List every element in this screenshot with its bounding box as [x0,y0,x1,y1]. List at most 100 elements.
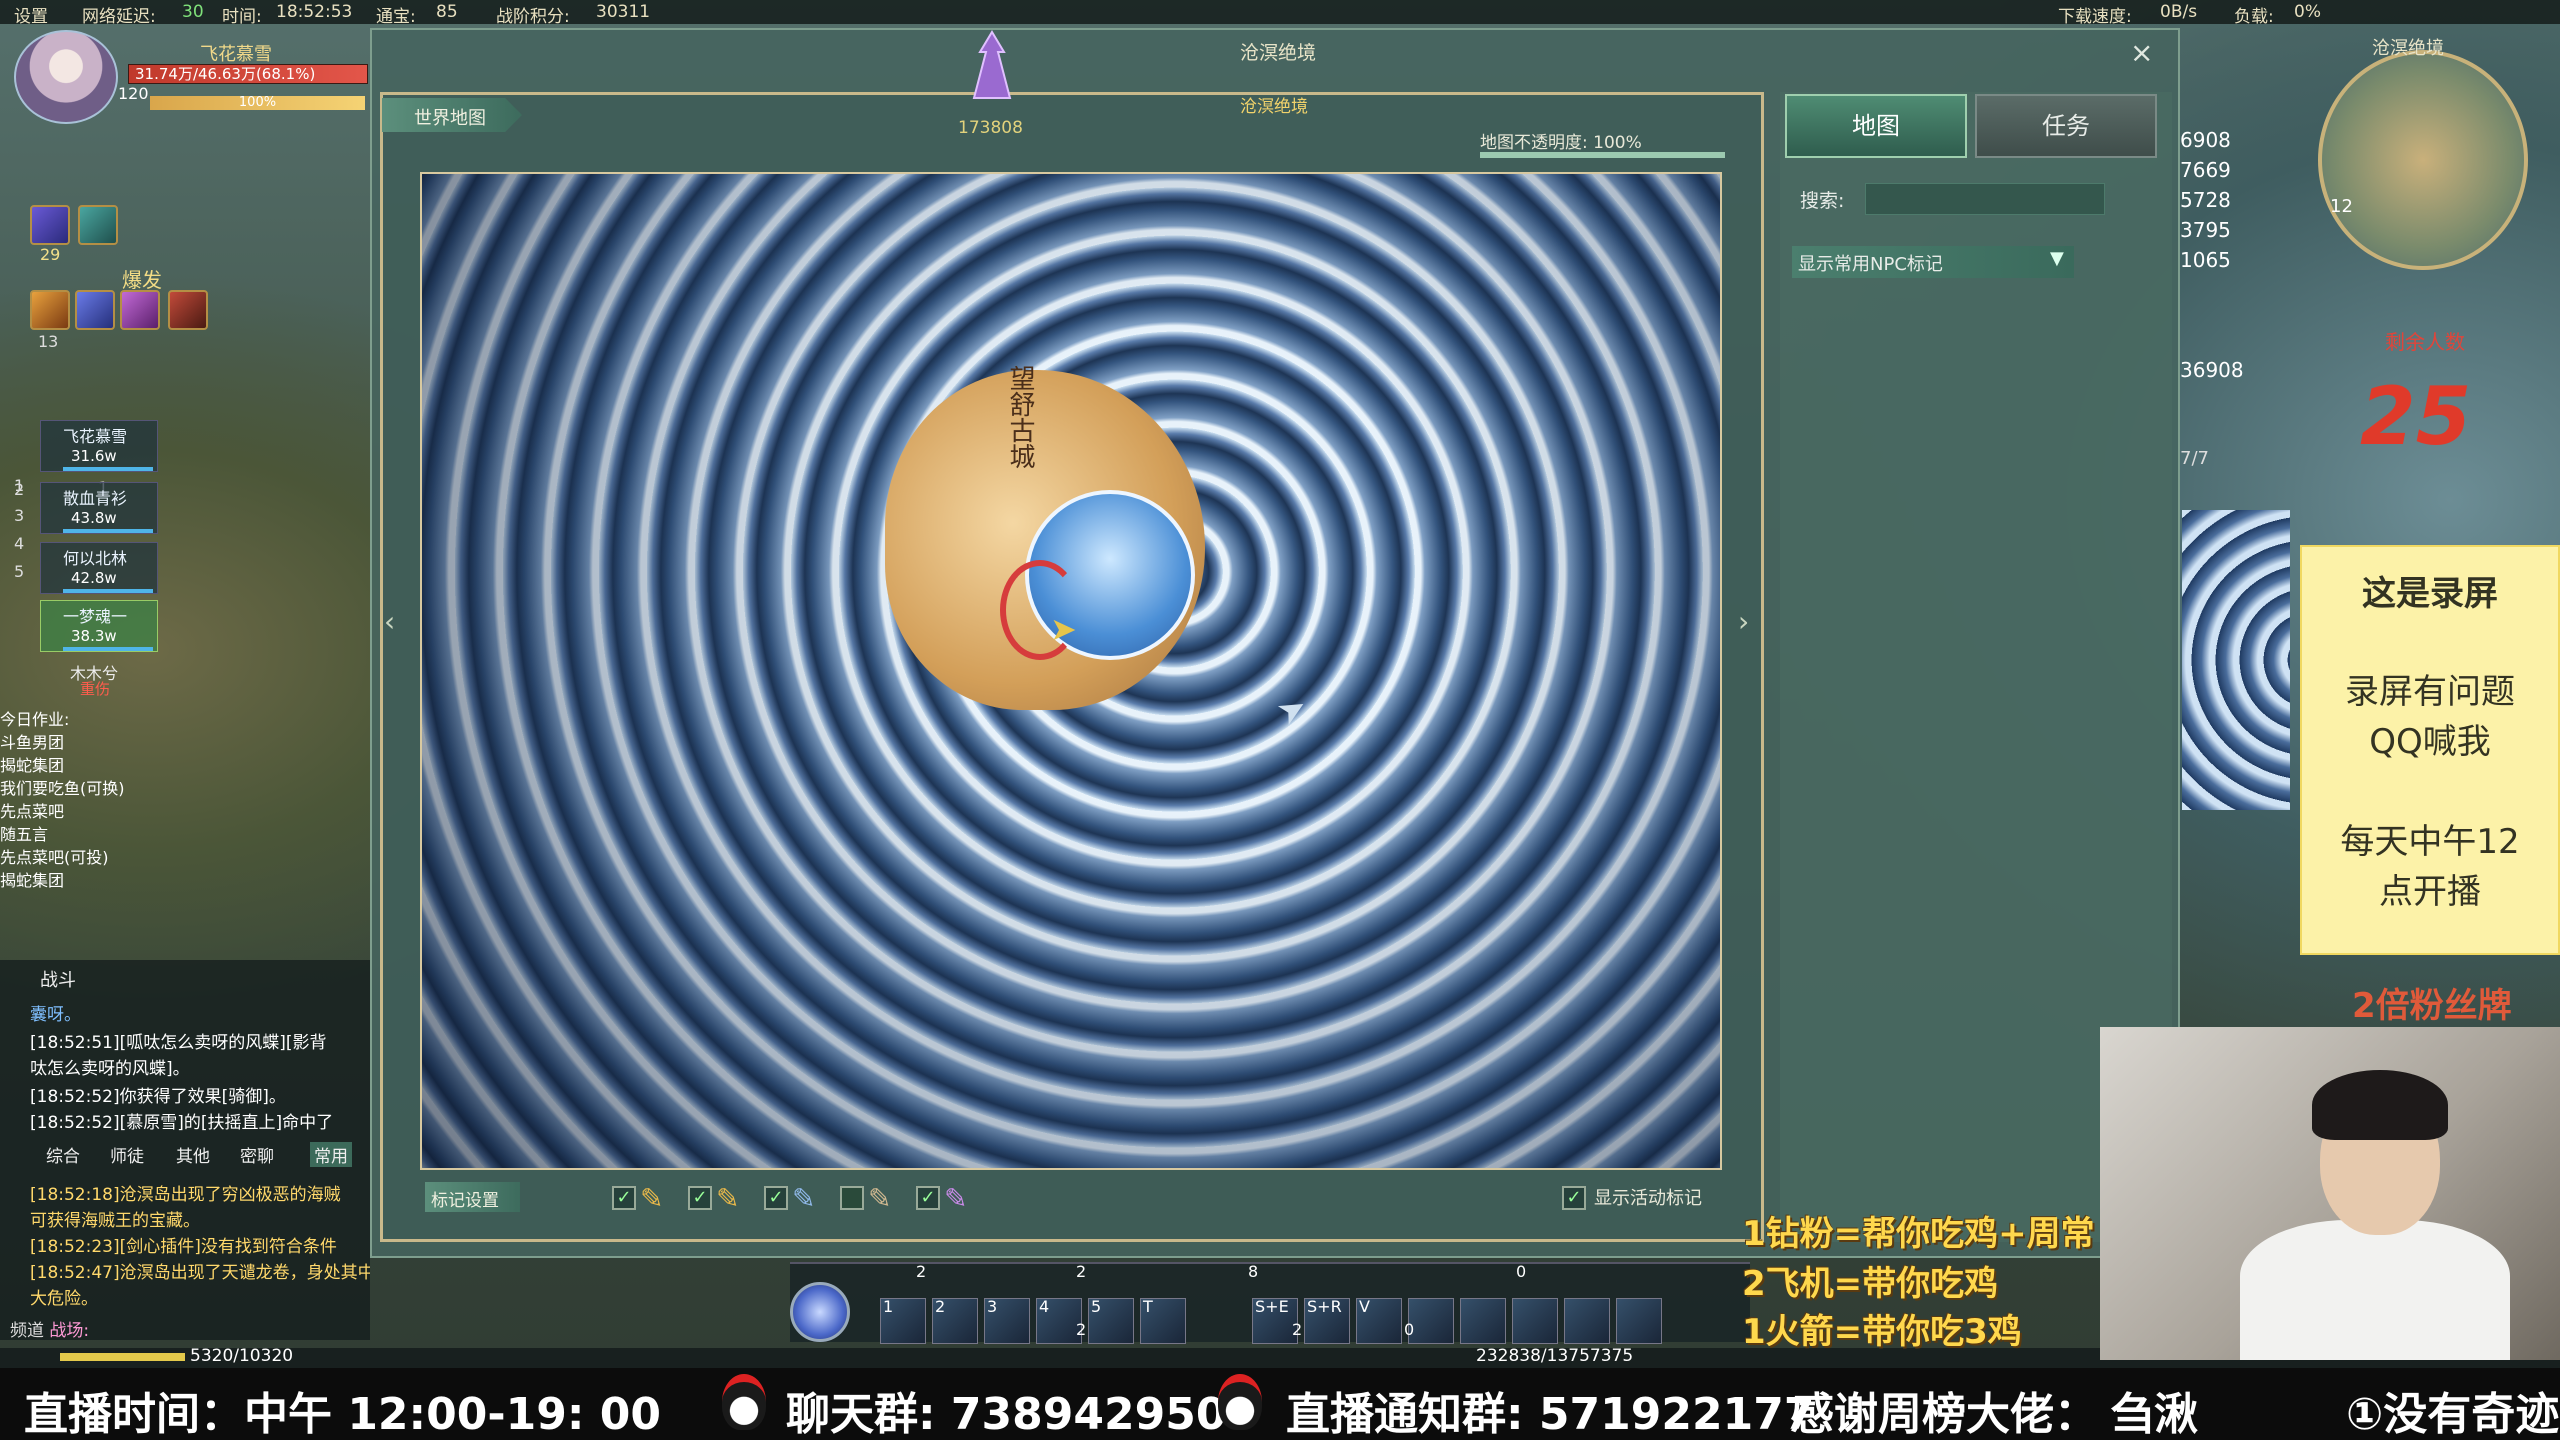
quest-item[interactable]: 斗鱼男团 [0,731,220,754]
webcam-hair [2312,1070,2448,1140]
tab-task[interactable]: 任务 [1975,94,2157,158]
team-slot-numbers: 1 1 2 3 4 5 [14,476,108,581]
exp-text: 5320/10320 [190,1346,294,1366]
quest-item[interactable]: 我们要吃鱼(可换) [0,777,220,800]
hotbar-count: 0 [1404,1320,1415,1339]
skill-icon[interactable] [78,205,118,245]
mark-settings-button[interactable]: 标记设置 [425,1182,520,1212]
quest-item[interactable]: 先点菜吧(可投) [0,846,220,869]
mark-filter-checkbox[interactable]: ✓ [916,1186,940,1210]
hotbar-slot[interactable]: 5 [1088,1297,1134,1344]
ticker-chat-group: 聊天群: 738942950 [786,1389,1227,1440]
buff-icon [30,290,70,330]
progress-count: 7/7 [2180,448,2209,469]
mark-filter-checkbox[interactable]: ✓ [612,1186,636,1210]
hotbar-slot[interactable]: 3 [984,1297,1030,1344]
chat-tab-active[interactable]: 常用 [310,1142,352,1167]
hotbar-count: 2 [1292,1320,1303,1339]
webcam-shirt [2240,1220,2510,1360]
ticker-notice-group: 直播通知群: 571922177 [1286,1389,1815,1440]
opacity-slider[interactable] [1480,152,1725,158]
latency-label: 网络延迟: [82,7,156,27]
mark-filter-checkbox[interactable] [840,1186,864,1210]
hotbar-slot[interactable]: T [1140,1297,1186,1344]
quest-item[interactable]: 随五言 [0,823,220,846]
exp-fill [60,1353,185,1361]
quest-item[interactable]: 先点菜吧 [0,800,220,823]
hotbar-slot[interactable]: 2 [932,1297,978,1344]
penguin-icon [722,1374,766,1430]
scroll-left-icon[interactable]: ‹ [384,605,395,638]
injured-status: 重伤 [80,680,111,698]
penguin-icon [1218,1374,1262,1430]
chevron-down-icon[interactable]: ▼ [2050,248,2064,269]
player-level: 120 [118,84,149,103]
buff-label: 爆发 [122,268,162,292]
quest-item[interactable]: 揭蛇集团 [0,754,220,777]
show-activity-label: 显示活动标记 [1594,1188,1702,1209]
latency-value: 30 [182,2,204,22]
chat-channel[interactable]: 频道 战场: [10,1316,89,1341]
team-member-selected[interactable]: 一梦魂一 38.3w [40,600,158,652]
chat-tab[interactable]: 其他 [176,1142,210,1167]
promo-line: 2飞机=带你吃鸡 [1742,1264,1999,1304]
opacity-value: 100% [1593,133,1642,153]
mark-filter-checkbox[interactable]: ✓ [764,1186,788,1210]
show-activity-checkbox[interactable]: ✓ [1562,1186,1586,1210]
team-member[interactable]: 何以北林 42.8w [40,542,158,594]
chat-tab[interactable]: 密聊 [240,1142,274,1167]
search-input[interactable] [1865,183,2105,215]
close-icon[interactable]: × [2130,36,2153,69]
hotbar-slot[interactable]: V [1356,1297,1402,1344]
mark-type-icon: ✎ [868,1182,892,1215]
minimap[interactable] [2318,50,2528,270]
team-member[interactable]: 飞花慕雪 31.6w [40,420,158,472]
buff-count: 13 [38,332,59,351]
tab-map[interactable]: 地图 [1785,94,1967,158]
team-member[interactable]: 散血青衫 43.8w [40,482,158,534]
buff-icon [168,290,208,330]
chat-tabs: 综合 师徒 其他 密聊 常用 [10,1140,365,1167]
hotbar-slot[interactable] [1512,1298,1558,1344]
hotbar-slot[interactable] [1408,1298,1454,1344]
opacity-label: 地图不透明度: 100% [1480,133,1642,153]
player-avatar[interactable] [14,30,118,124]
chat-line: [18:52:23][剑心插件]没有找到符合条件 [30,1237,337,1257]
chat-tab[interactable]: 综合 [46,1142,80,1167]
world-map-button[interactable]: 世界地图 [382,98,522,132]
remaining-players-label: 剩余人数 [2385,330,2465,354]
notice-line: 录屏有问题 [2345,672,2515,712]
chat-tab[interactable]: 师徒 [110,1142,144,1167]
minimap-level: 12 [2330,196,2353,217]
settings-link[interactable]: 设置 [14,2,48,27]
download-value: 0B/s [2160,2,2198,22]
buff-icon [120,290,160,330]
ticker-thanks-name: 刍湫 [2110,1389,2198,1440]
chat-line: [18:52:52][慕原雪]的[扶摇直上]命中了 [30,1113,334,1133]
baotong-value: 85 [436,2,458,22]
quest-item[interactable]: 揭蛇集团 [0,869,220,892]
scroll-right-icon[interactable]: › [1738,605,1749,638]
player-mp-bar: 100% [150,96,365,110]
island-label: 望舒古城 [1005,365,1035,469]
skill-icon[interactable] [30,205,70,245]
fan-badge-text: 2倍粉丝牌 [2352,986,2512,1026]
hotbar-slot[interactable] [1460,1298,1506,1344]
skill-count: 29 [40,245,61,264]
npc-marker-select[interactable]: 显示常用NPC标记 [1792,246,2074,278]
hotbar-slot[interactable]: 1 [880,1297,926,1344]
mark-type-icon: ✎ [792,1182,816,1215]
promo-line: 1钻粉=帮你吃鸡+周常 [1742,1214,2095,1254]
notice-line: 每天中午12 [2340,822,2520,862]
mark-filter-checkbox[interactable]: ✓ [688,1186,712,1210]
chat-line: [18:52:18]沧溟岛出现了穷凶极恶的海贼 [30,1185,341,1205]
chat-line: [18:52:52]你获得了效果[骑御]。 [30,1087,286,1107]
load-label: 负载: [2234,7,2274,27]
hotbar-slot[interactable] [1564,1298,1610,1344]
hotbar-count: 8 [1248,1262,1259,1281]
hotbar-slot[interactable] [1616,1298,1662,1344]
baotong-label: 通宝: [376,7,416,27]
player-position-icon: ➤ [1050,610,1077,648]
hotbar-slot[interactable]: S+R [1304,1297,1350,1344]
main-skill-icon[interactable] [790,1282,850,1342]
